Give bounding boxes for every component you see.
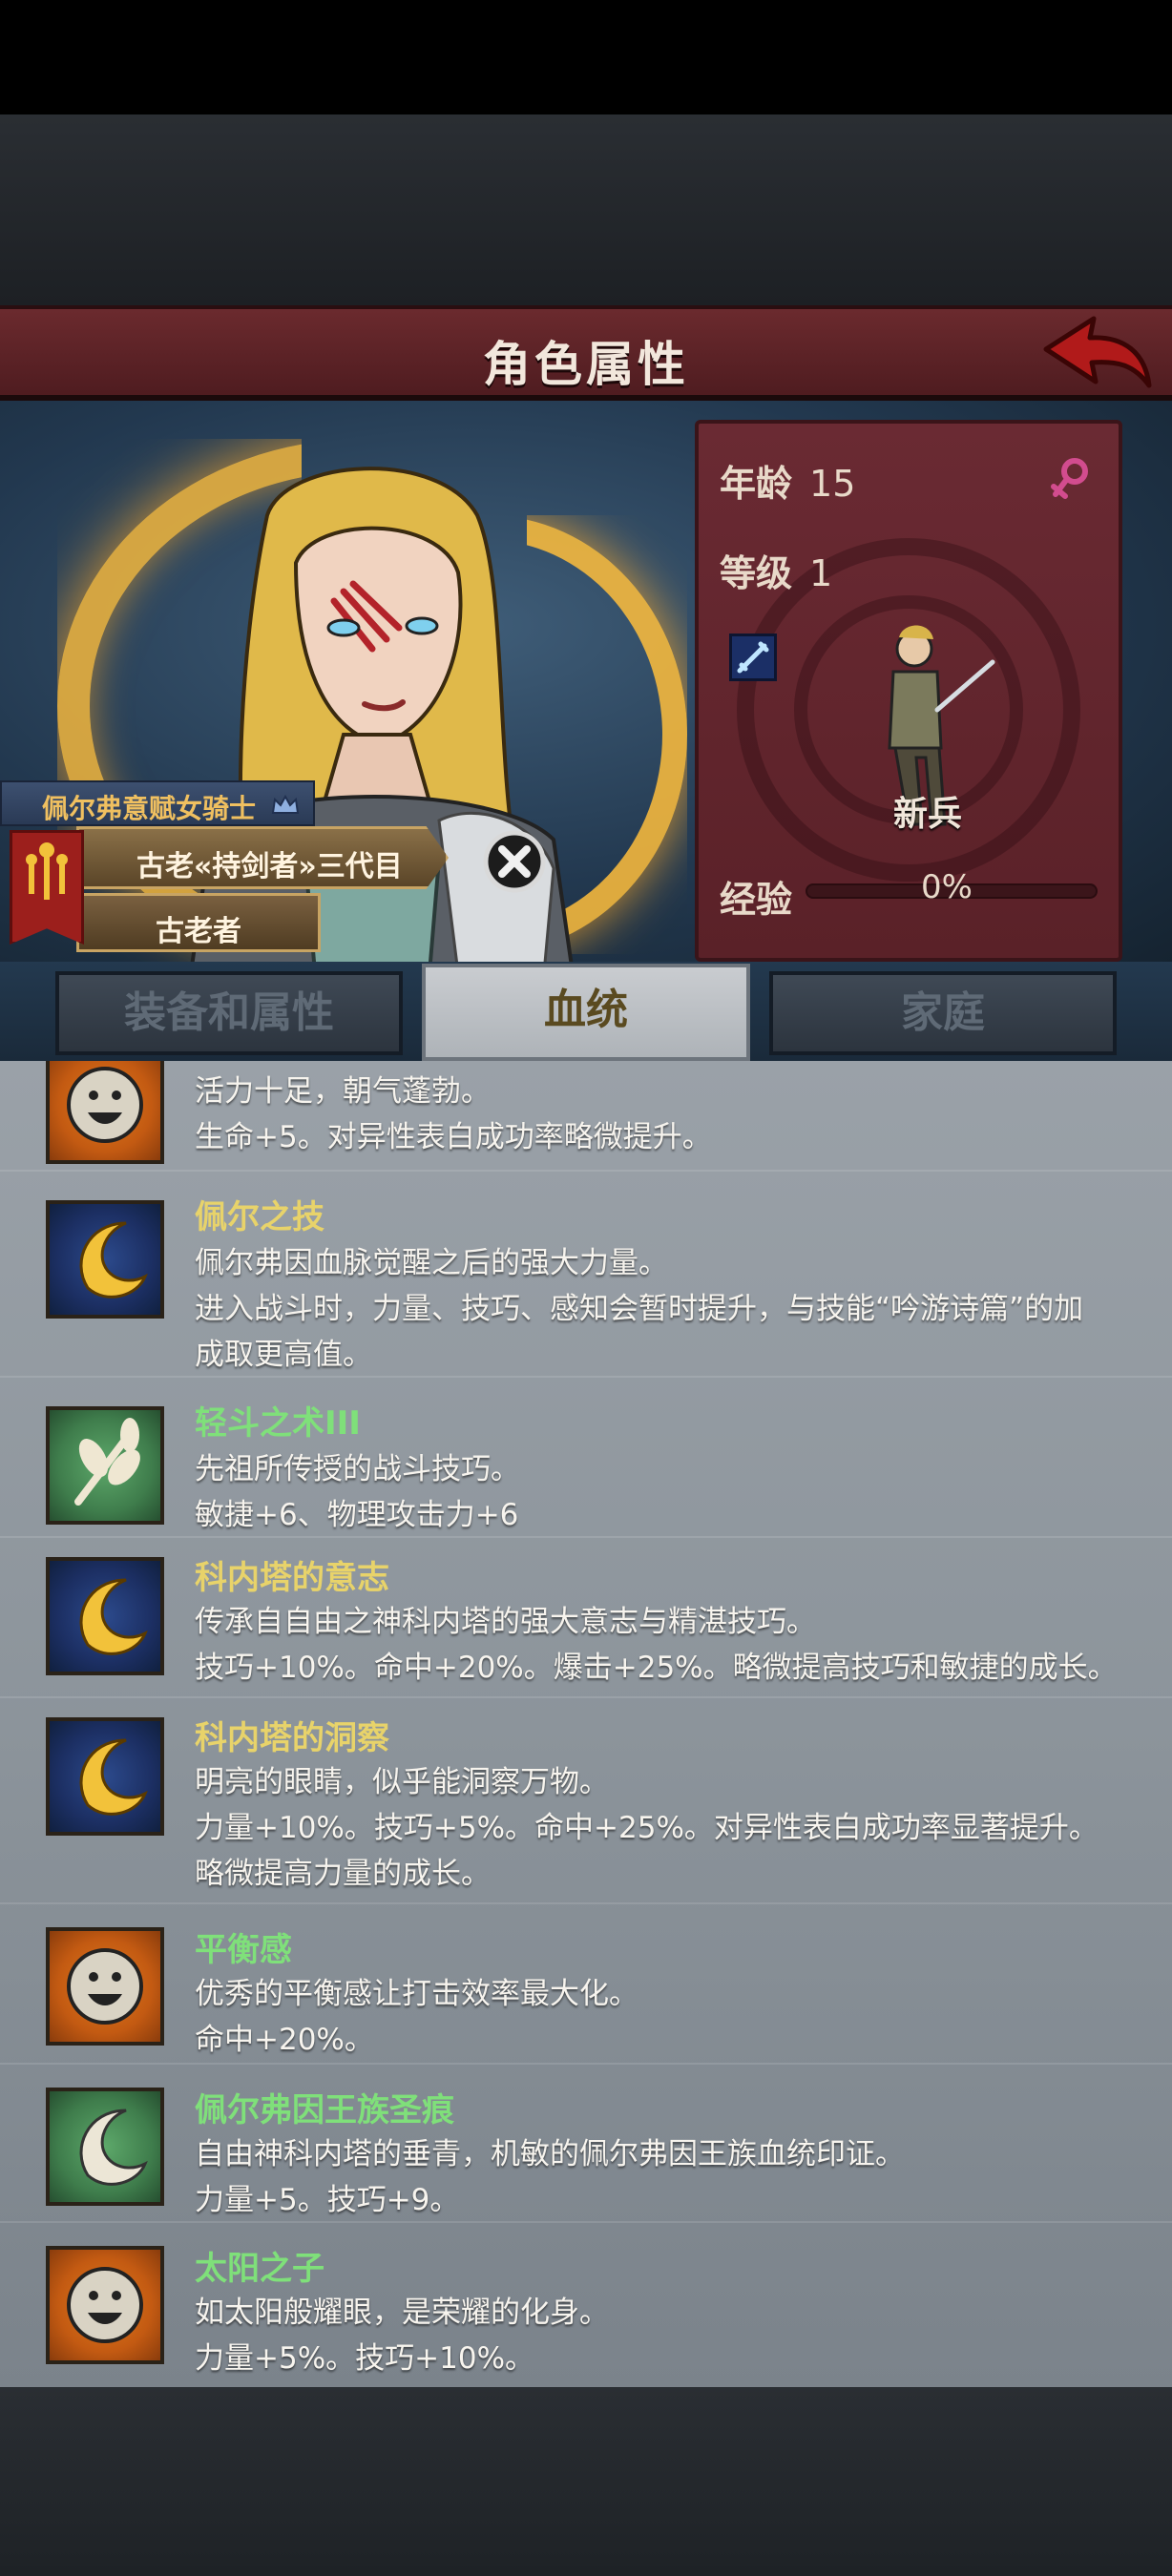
- bottom-backdrop: [0, 2387, 1172, 2576]
- close-button[interactable]: [481, 828, 548, 895]
- trait-item[interactable]: 太阳之子 如太阳般耀眼，是荣耀的化身。 力量+5%。技巧+10%。: [0, 2223, 1172, 2387]
- age-label: 年龄: [720, 463, 793, 505]
- trait-item[interactable]: 佩尔弗因王族圣痕 自由神科内塔的垂青，机敏的佩尔弗因王族血统印证。 力量+5。技…: [0, 2065, 1172, 2223]
- trait-description: 优秀的平衡感让打击效率最大化。: [195, 1977, 638, 2011]
- trait-list[interactable]: 活力十足，朝气蓬勃。 生命+5。对异性表白成功率略微提升。 佩尔之技 佩尔弗因血…: [0, 1061, 1172, 2387]
- house-banner-icon[interactable]: [10, 830, 84, 945]
- trait-description: 佩尔弗因血脉觉醒之后的强大力量。: [195, 1246, 668, 1280]
- back-arrow-button[interactable]: [1038, 311, 1153, 397]
- trait-description: 明亮的眼睛，似乎能洞察万物。: [195, 1765, 609, 1799]
- torch-emblem-icon: [26, 842, 68, 900]
- trait-item[interactable]: 佩尔之技 佩尔弗因血脉觉醒之后的强大力量。 进入战斗时，力量、技巧、感知会暂时提…: [0, 1172, 1172, 1378]
- trait-name: 轻斗之术III: [195, 1404, 361, 1443]
- female-gender-icon: [1051, 458, 1088, 499]
- trait-name: 平衡感: [195, 1931, 292, 1969]
- stats-panel: 年龄 15 等级 1 新兵 经验 0%: [695, 420, 1122, 962]
- trait-effect: 力量+5%。技巧+10%。: [195, 2341, 535, 2376]
- trait-effect-cont: 略微提高力量的成长。: [195, 1857, 491, 1891]
- sword-skill-icon[interactable]: [729, 634, 777, 681]
- trait-effect: 力量+5。技巧+9。: [195, 2183, 460, 2217]
- trait-name: 科内塔的洞察: [195, 1719, 389, 1757]
- trait-item[interactable]: 科内塔的洞察 明亮的眼睛，似乎能洞察万物。 力量+10%。技巧+5%。命中+25…: [0, 1698, 1172, 1904]
- trait-item[interactable]: 轻斗之术III 先祖所传授的战斗技巧。 敏捷+6、物理攻击力+6: [0, 1378, 1172, 1538]
- title-banner: 角色属性: [0, 305, 1172, 401]
- character-title-plate: 佩尔弗意赋女骑士: [0, 780, 315, 826]
- smiley-icon: [46, 2246, 164, 2364]
- leaf-sprig-icon: [46, 1406, 164, 1525]
- smiley-icon: [46, 1927, 164, 2046]
- age-row: 年龄 15: [720, 454, 855, 507]
- tab-bloodline-label: 血统: [544, 986, 628, 1034]
- crescent-moon-icon: [46, 1557, 164, 1675]
- trait-item[interactable]: 科内塔的意志 传承自自由之神科内塔的强大意志与精湛技巧。 技巧+10%。命中+2…: [0, 1538, 1172, 1698]
- status-bar: [0, 0, 1172, 114]
- rank-text: 古老者: [156, 915, 241, 948]
- sword-icon: [737, 641, 769, 674]
- trait-name: 佩尔之技: [195, 1198, 324, 1236]
- trait-description: 如太阳般耀眼，是荣耀的化身。: [195, 2296, 609, 2330]
- level-label: 等级: [720, 552, 793, 594]
- tab-equipment[interactable]: 装备和属性: [55, 971, 403, 1055]
- crescent-moon-icon: [46, 1200, 164, 1319]
- character-title: 佩尔弗意赋女骑士: [42, 793, 257, 824]
- back-arrow-icon: [1043, 316, 1152, 388]
- trait-name: 科内塔的意志: [195, 1559, 389, 1597]
- trait-item[interactable]: 活力十足，朝气蓬勃。 生命+5。对异性表白成功率略微提升。: [0, 1061, 1172, 1172]
- trait-effect: 力量+10%。技巧+5%。命中+25%。对异性表白成功率显著提升。: [195, 1811, 1099, 1845]
- trait-name: 太阳之子: [195, 2250, 324, 2288]
- tab-bloodline[interactable]: 血统: [422, 964, 750, 1061]
- class-name: 新兵: [892, 795, 962, 834]
- trait-description: 传承自自由之神科内塔的强大意志与精湛技巧。: [195, 1605, 816, 1639]
- header-backdrop: [0, 114, 1172, 305]
- smiley-icon: [46, 1061, 164, 1164]
- page-title: 角色属性: [483, 337, 689, 392]
- white-crescent-icon: [46, 2088, 164, 2206]
- trait-name: 佩尔弗因王族圣痕: [195, 2091, 454, 2129]
- trait-effect: 技巧+10%。命中+20%。爆击+25%。略微提高技巧和敏捷的成长。: [195, 1651, 1118, 1685]
- trait-effect: 进入战斗时，力量、技巧、感知会暂时提升，与技能“吟游诗篇”的加: [195, 1292, 1084, 1326]
- trait-item[interactable]: 平衡感 优秀的平衡感让打击效率最大化。 命中+20%。: [0, 1904, 1172, 2065]
- level-row: 等级 1: [720, 544, 832, 596]
- trait-description: 活力十足，朝气蓬勃。: [195, 1074, 491, 1109]
- age-value: 15: [809, 463, 856, 505]
- trait-effect-cont: 成取更高值。: [195, 1338, 372, 1372]
- trait-description: 先祖所传授的战斗技巧。: [195, 1452, 520, 1486]
- tab-family-label: 家庭: [901, 988, 985, 1037]
- level-value: 1: [809, 552, 833, 594]
- trait-effect: 生命+5。对异性表白成功率略微提升。: [195, 1120, 712, 1154]
- lineage-plate[interactable]: 古老«持剑者»三代目: [76, 826, 449, 889]
- exp-value: 0%: [921, 868, 973, 906]
- lineage-text: 古老«持剑者»三代目: [136, 850, 403, 883]
- trait-effect: 敏捷+6、物理攻击力+6: [195, 1498, 519, 1532]
- rank-plate: 古老者: [76, 893, 321, 952]
- tab-family[interactable]: 家庭: [769, 971, 1117, 1055]
- trait-description: 自由神科内塔的垂青，机敏的佩尔弗因王族血统印证。: [195, 2137, 905, 2171]
- tab-equipment-label: 装备和属性: [124, 988, 334, 1037]
- trait-effect: 命中+20%。: [195, 2023, 374, 2057]
- crescent-moon-icon: [46, 1717, 164, 1836]
- crown-icon: [271, 794, 300, 814]
